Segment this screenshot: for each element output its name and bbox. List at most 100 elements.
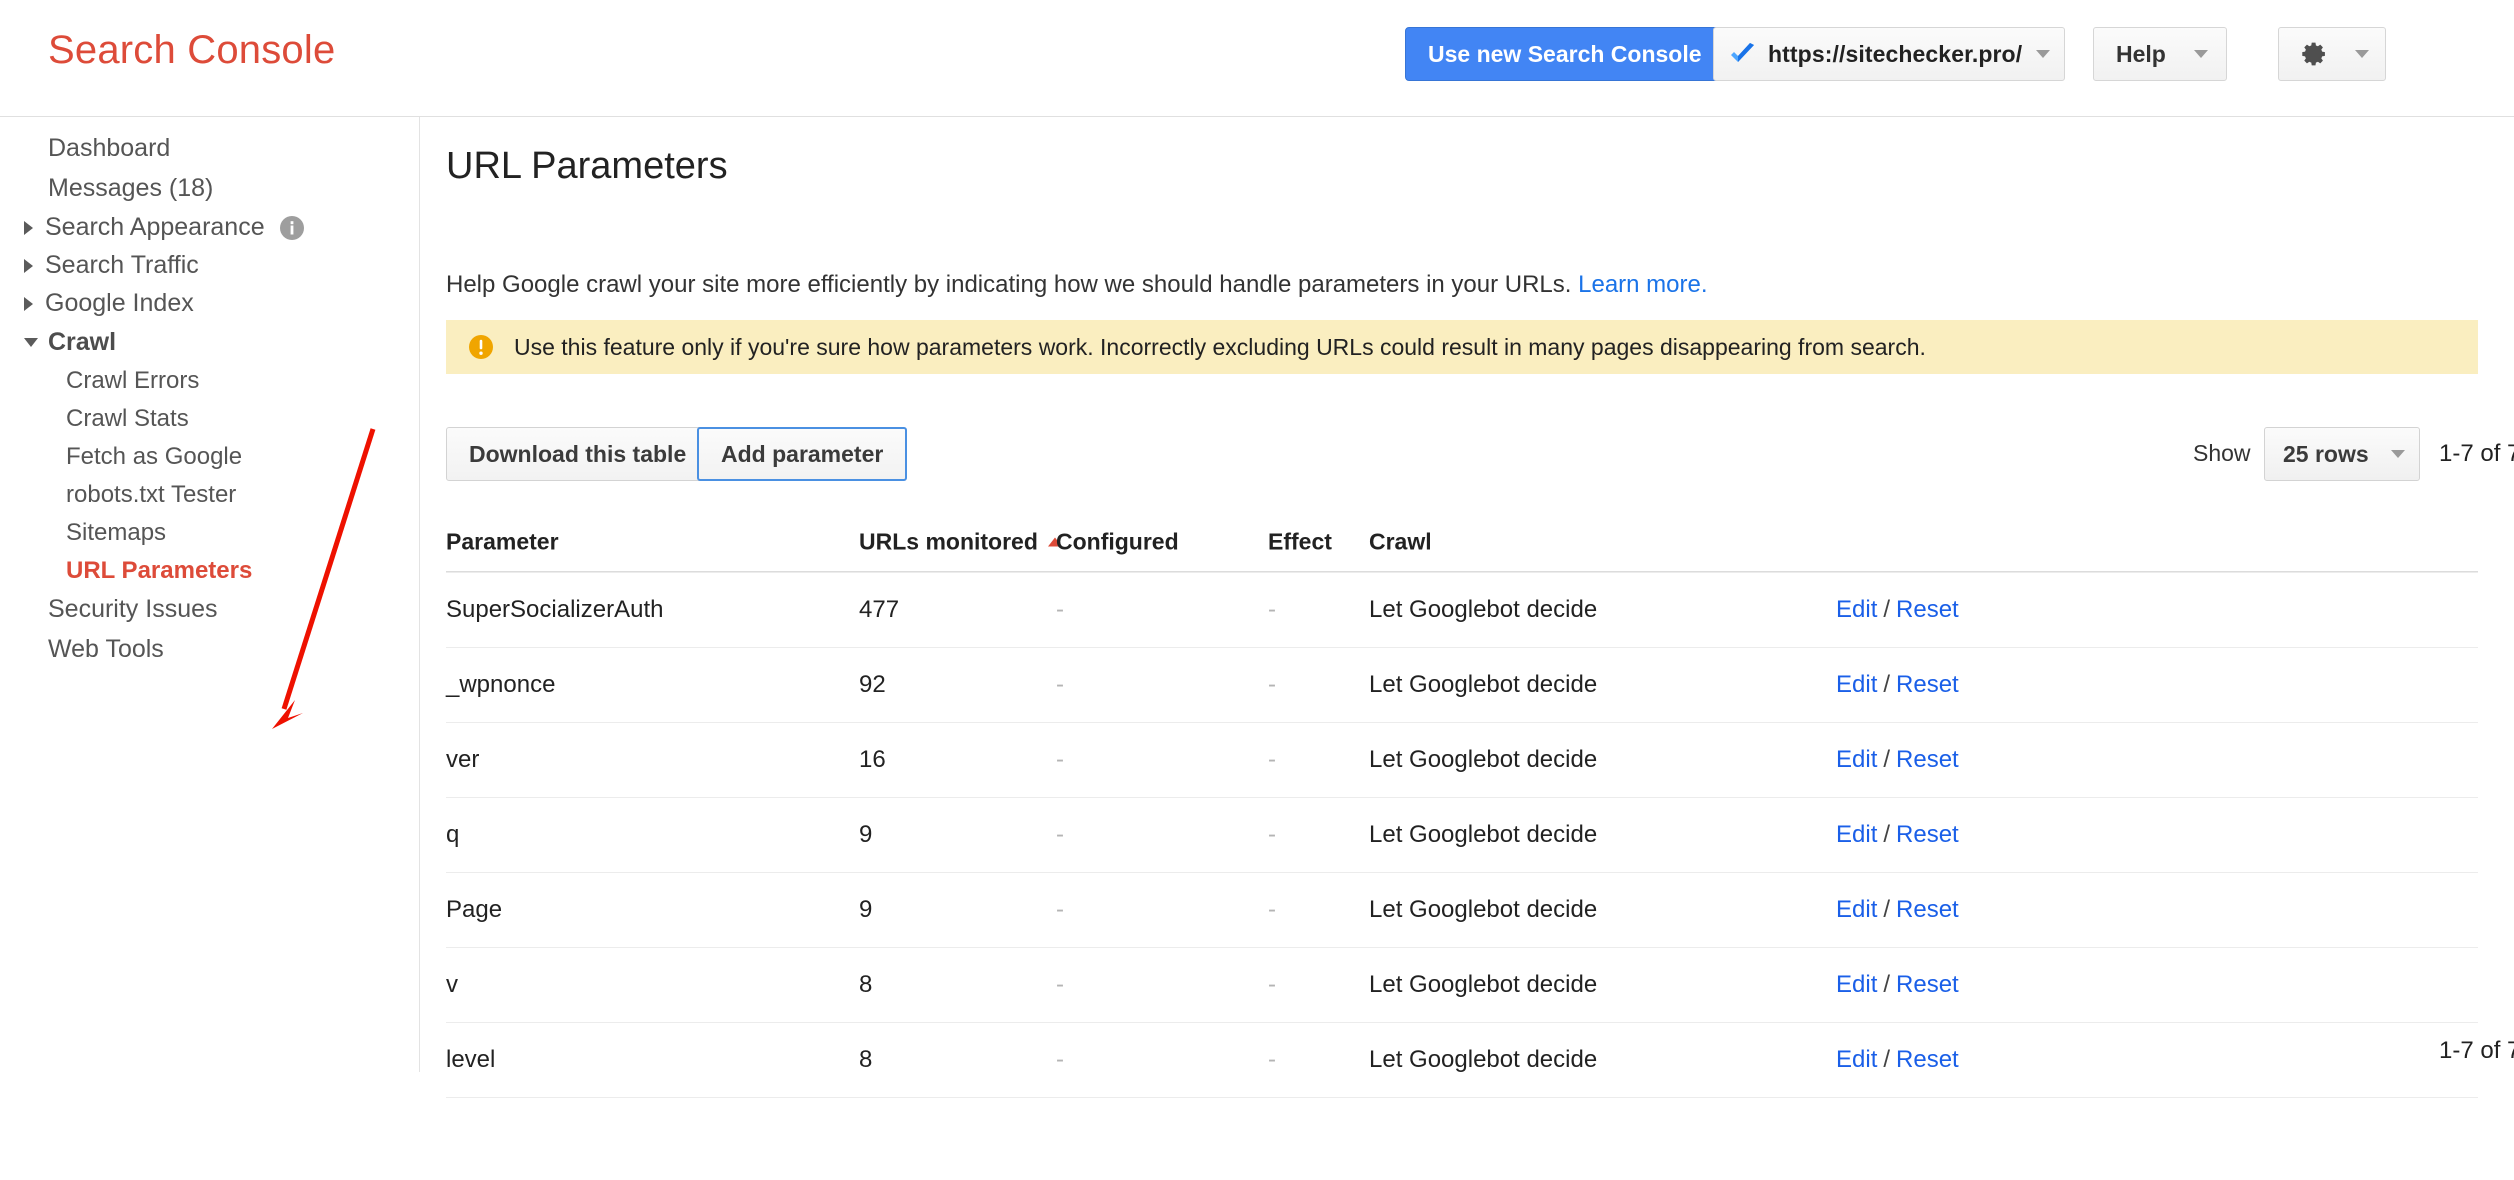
cell-configured: -: [1056, 746, 1064, 773]
download-this-table-button[interactable]: Download this table: [446, 427, 710, 481]
cell-crawl: Let Googlebot decide: [1369, 596, 1598, 623]
triangle-right-icon: [24, 296, 33, 311]
warning-banner: Use this feature only if you're sure how…: [446, 320, 2478, 374]
cell-actions: Edit / Reset: [1836, 746, 1959, 774]
reset-link[interactable]: Reset: [1896, 1046, 1959, 1073]
sidebar-item-url-parameters[interactable]: URL Parameters: [0, 557, 252, 585]
edit-link[interactable]: Edit: [1836, 896, 1877, 923]
edit-link[interactable]: Edit: [1836, 1046, 1877, 1073]
edit-link[interactable]: Edit: [1836, 821, 1877, 848]
sidebar-item-web-tools[interactable]: Web Tools: [0, 635, 164, 664]
column-header-effect[interactable]: Effect: [1268, 528, 1332, 555]
table-row[interactable]: _wpnonce 92 - - Let Googlebot decide Edi…: [446, 647, 2478, 722]
action-separator: /: [1883, 1046, 1891, 1073]
table-row[interactable]: v 8 - - Let Googlebot decide Edit / Reset: [446, 947, 2478, 1022]
sidebar-item-crawl-errors[interactable]: Crawl Errors: [0, 367, 199, 395]
sidebar-item-search-appearance[interactable]: Search Appearance: [0, 213, 305, 242]
edit-link[interactable]: Edit: [1836, 746, 1877, 773]
table-row[interactable]: SuperSocializerAuth 477 - - Let Googlebo…: [446, 572, 2478, 647]
sidebar-item-label: Search Traffic: [45, 251, 199, 279]
reset-link[interactable]: Reset: [1896, 821, 1959, 848]
cell-configured: -: [1056, 821, 1064, 848]
cell-crawl: Let Googlebot decide: [1369, 1046, 1598, 1073]
cell-crawl: Let Googlebot decide: [1369, 671, 1598, 698]
sidebar-item-crawl[interactable]: Crawl: [0, 328, 116, 357]
cell-configured: -: [1056, 671, 1064, 698]
cell-crawl: Let Googlebot decide: [1369, 821, 1598, 848]
cell-actions: Edit / Reset: [1836, 896, 1959, 924]
sidebar-item-label: Search Appearance: [45, 213, 265, 241]
table-row[interactable]: Page 9 - - Let Googlebot decide Edit / Res…: [446, 872, 2478, 947]
settings-dropdown-button[interactable]: [2278, 27, 2386, 81]
add-parameter-label: Add parameter: [721, 440, 884, 467]
sidebar-item-security-issues[interactable]: Security Issues: [0, 595, 218, 624]
cell-parameter: q: [446, 821, 460, 848]
chevron-down-icon: [2391, 450, 2405, 458]
cell-effect: -: [1268, 746, 1276, 773]
reset-link[interactable]: Reset: [1896, 596, 1959, 623]
site-url-label: https://sitechecker.pro/: [1768, 40, 2023, 67]
cell-urls-monitored: 8: [859, 971, 873, 998]
sidebar-item-label: Crawl Errors: [66, 367, 200, 394]
cell-configured: -: [1056, 971, 1064, 998]
info-icon[interactable]: [279, 215, 305, 241]
action-separator: /: [1883, 746, 1891, 773]
edit-link[interactable]: Edit: [1836, 671, 1877, 698]
sidebar-item-fetch-as-google[interactable]: Fetch as Google: [0, 443, 242, 471]
chevron-down-icon: [2036, 50, 2051, 58]
show-rows-label: Show: [2193, 440, 2251, 466]
table-row[interactable]: ver 16 - - Let Googlebot decide Edit / Res…: [446, 722, 2478, 797]
edit-link[interactable]: Edit: [1836, 971, 1877, 998]
cell-urls-monitored: 9: [859, 821, 873, 848]
column-header-crawl[interactable]: Crawl: [1369, 528, 1432, 555]
sidebar-item-dashboard[interactable]: Dashboard: [0, 134, 170, 163]
edit-link[interactable]: Edit: [1836, 596, 1877, 623]
sidebar-item-label: Fetch as Google: [66, 443, 243, 470]
sidebar-item-label: Sitemaps: [66, 519, 167, 546]
sidebar-item-label: Web Tools: [48, 635, 164, 663]
cell-parameter: _wpnonce: [446, 671, 556, 698]
column-header-configured[interactable]: Configured: [1056, 528, 1179, 555]
sidebar-item-robots-txt-tester[interactable]: robots.txt Tester: [0, 481, 236, 509]
use-new-search-console-label: Use new Search Console: [1428, 40, 1702, 67]
column-header-parameter[interactable]: Parameter: [446, 528, 559, 555]
triangle-right-icon: [24, 258, 33, 273]
site-selector-dropdown[interactable]: https://sitechecker.pro/: [1713, 27, 2066, 81]
table-footer-row: [446, 1097, 2478, 1172]
help-dropdown-button[interactable]: Help: [2093, 27, 2227, 81]
rows-per-page-select[interactable]: 25 rows: [2264, 427, 2420, 481]
sidebar-item-search-traffic[interactable]: Search Traffic: [0, 251, 199, 280]
reset-link[interactable]: Reset: [1896, 746, 1959, 773]
action-separator: /: [1883, 596, 1891, 623]
cell-crawl: Let Googlebot decide: [1369, 896, 1598, 923]
sidebar-item-google-index[interactable]: Google Index: [0, 289, 194, 318]
chevron-down-icon: [2193, 50, 2208, 58]
add-parameter-button[interactable]: Add parameter: [697, 427, 908, 481]
cell-parameter: v: [446, 971, 458, 998]
sidebar-item-crawl-stats[interactable]: Crawl Stats: [0, 405, 189, 433]
table-row[interactable]: level 8 - - Let Googlebot decide Edit / Re…: [446, 1022, 2478, 1097]
triangle-right-icon: [24, 220, 33, 235]
reset-link[interactable]: Reset: [1896, 971, 1959, 998]
cell-parameter: Page: [446, 896, 503, 923]
reset-link[interactable]: Reset: [1896, 896, 1959, 923]
sidebar-item-messages[interactable]: Messages (18): [0, 174, 213, 203]
chevron-down-icon: [2355, 50, 2369, 58]
result-range-top: 1-7 of 7: [2439, 440, 2514, 467]
action-separator: /: [1883, 671, 1891, 698]
cell-effect: -: [1268, 596, 1276, 623]
sidebar-item-sitemaps[interactable]: Sitemaps: [0, 519, 166, 547]
reset-link[interactable]: Reset: [1896, 671, 1959, 698]
table-row[interactable]: q 9 - - Let Googlebot decide Edit / Reset: [446, 797, 2478, 872]
page-title: URL Parameters: [446, 145, 728, 187]
rows-per-page-value: 25 rows: [2283, 440, 2369, 467]
learn-more-link[interactable]: Learn more.: [1578, 271, 1707, 298]
help-label: Help: [2116, 40, 2166, 67]
column-header-urls-monitored[interactable]: URLs monitored: [859, 528, 1062, 555]
cell-urls-monitored: 16: [859, 746, 886, 773]
cell-configured: -: [1056, 1046, 1064, 1073]
use-new-search-console-button[interactable]: Use new Search Console: [1405, 27, 1725, 81]
sidebar-item-label: robots.txt Tester: [66, 481, 237, 508]
cell-effect: -: [1268, 896, 1276, 923]
cell-crawl: Let Googlebot decide: [1369, 971, 1598, 998]
